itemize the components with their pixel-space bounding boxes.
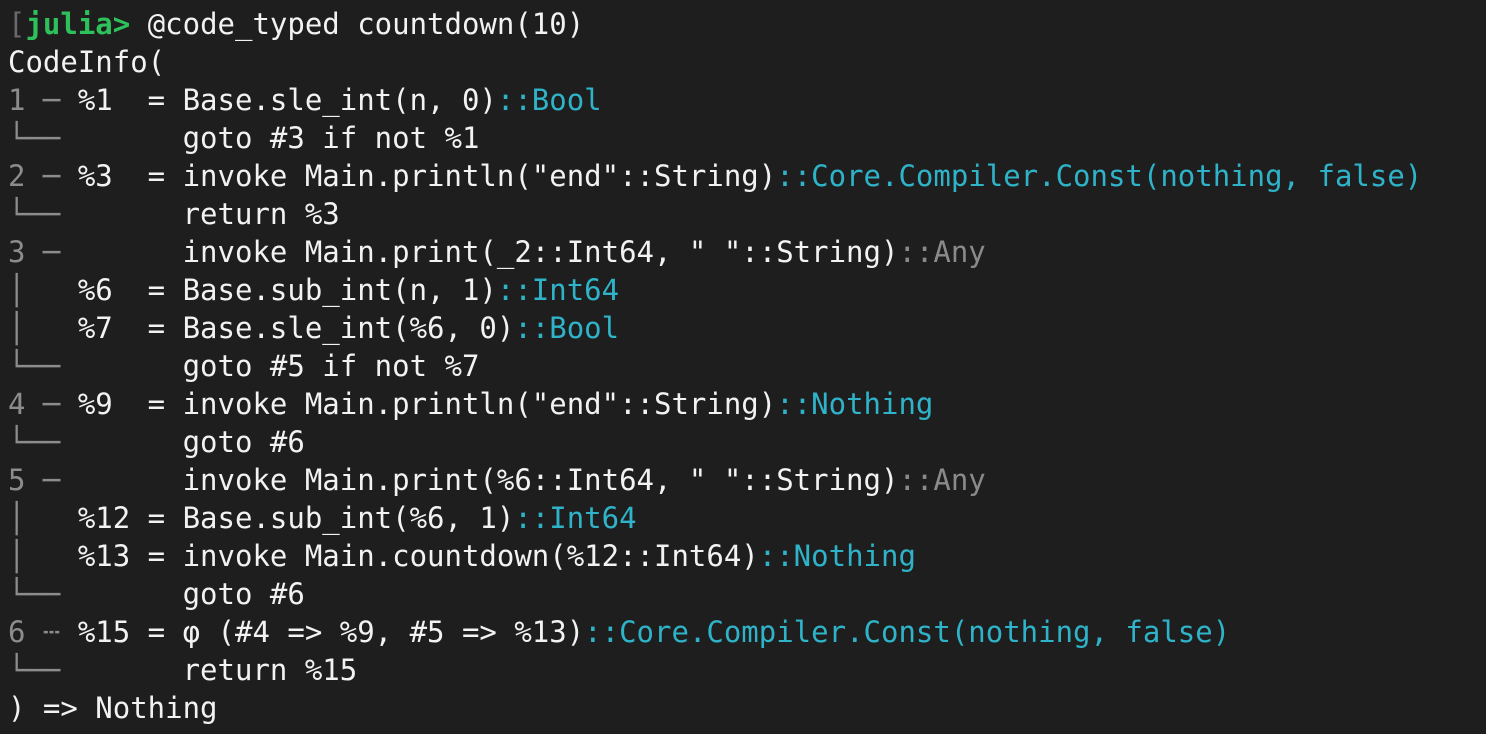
line-gutter: └── <box>8 653 78 687</box>
line-type: ::Core.Compiler.Const(nothing, false) <box>776 159 1423 193</box>
line-gutter: 1 ─ <box>8 83 78 117</box>
line-type: ::Any <box>898 235 986 269</box>
line-code: return %15 <box>77 653 358 687</box>
line-gutter: └── <box>8 577 78 611</box>
line-code: %9 = invoke Main.println("end"::String) <box>77 387 777 421</box>
line-gutter: 4 ─ <box>8 387 78 421</box>
output-line: │ %6 = Base.sub_int(n, 1)::Int64 <box>8 271 1486 309</box>
output-line: └── goto #3 if not %1 <box>8 119 1486 157</box>
line-gutter: 6 ┄ <box>8 615 78 649</box>
line-code: goto #3 if not %1 <box>77 121 480 155</box>
output-line: 3 ─ invoke Main.print(_2::Int64, " "::St… <box>8 233 1486 271</box>
output-line: └── return %3 <box>8 195 1486 233</box>
line-gutter: └── <box>8 121 78 155</box>
output-line: ) => Nothing <box>8 689 1486 727</box>
line-type: ::Nothing <box>758 539 916 573</box>
output-line: └── goto #6 <box>8 575 1486 613</box>
prompt-bracket: [ <box>8 7 26 41</box>
line-gutter: 2 ─ <box>8 159 78 193</box>
line-code: goto #6 <box>77 425 305 459</box>
line-gutter: │ <box>8 311 78 345</box>
line-gutter: │ <box>8 539 78 573</box>
line-gutter: │ <box>8 273 78 307</box>
line-type: ::Bool <box>514 311 620 345</box>
output-line: │ %12 = Base.sub_int(%6, 1)::Int64 <box>8 499 1486 537</box>
code-typed-output: CodeInfo( 1 ─ %1 = Base.sle_int(n, 0)::B… <box>8 43 1486 727</box>
line-type: ::Nothing <box>776 387 934 421</box>
line-code: invoke Main.print(%6::Int64, " "::String… <box>77 463 899 497</box>
line-type: ::Bool <box>496 83 602 117</box>
line-code: %12 = Base.sub_int(%6, 1) <box>77 501 515 535</box>
line-type: ::Core.Compiler.Const(nothing, false) <box>584 615 1231 649</box>
command-text: @code_typed countdown(10) <box>130 7 585 41</box>
output-line: 6 ┄ %15 = φ (#4 => %9, #5 => %13)::Core.… <box>8 613 1486 651</box>
line-type: ::Int64 <box>496 273 620 307</box>
line-gutter: └── <box>8 425 78 459</box>
output-line: CodeInfo( <box>8 43 1486 81</box>
output-line: └── goto #5 if not %7 <box>8 347 1486 385</box>
line-gutter: └── <box>8 197 78 231</box>
output-line: 1 ─ %1 = Base.sle_int(n, 0)::Bool <box>8 81 1486 119</box>
line-gutter: │ <box>8 501 78 535</box>
line-type: ::Int64 <box>514 501 637 535</box>
line-code: goto #6 <box>77 577 305 611</box>
line-gutter: 5 ─ <box>8 463 78 497</box>
line-code: %13 = invoke Main.countdown(%12::Int64) <box>77 539 759 573</box>
output-line: │ %13 = invoke Main.countdown(%12::Int64… <box>8 537 1486 575</box>
line-code: ) => Nothing <box>8 691 218 725</box>
line-code: %3 = invoke Main.println("end"::String) <box>77 159 777 193</box>
output-line: └── return %15 <box>8 651 1486 689</box>
output-line: 4 ─ %9 = invoke Main.println("end"::Stri… <box>8 385 1486 423</box>
output-line: 2 ─ %3 = invoke Main.println("end"::Stri… <box>8 157 1486 195</box>
julia-prompt: julia> <box>25 7 131 41</box>
line-code: %6 = Base.sub_int(n, 1) <box>77 273 497 307</box>
line-code: %15 = φ (#4 => %9, #5 => %13) <box>77 615 585 649</box>
output-line: 5 ─ invoke Main.print(%6::Int64, " "::St… <box>8 461 1486 499</box>
line-code: invoke Main.print(_2::Int64, " "::String… <box>77 235 899 269</box>
line-code: return %3 <box>77 197 340 231</box>
terminal-window[interactable]: [julia> @code_typed countdown(10) CodeIn… <box>0 0 1486 734</box>
line-gutter: 3 ─ <box>8 235 78 269</box>
line-code: %1 = Base.sle_int(n, 0) <box>77 83 497 117</box>
line-code: goto #5 if not %7 <box>77 349 480 383</box>
prompt-line: [julia> @code_typed countdown(10) <box>8 5 1486 43</box>
line-code: CodeInfo( <box>8 45 166 79</box>
output-line: │ %7 = Base.sle_int(%6, 0)::Bool <box>8 309 1486 347</box>
line-code: %7 = Base.sle_int(%6, 0) <box>77 311 515 345</box>
output-line: └── goto #6 <box>8 423 1486 461</box>
line-gutter: └── <box>8 349 78 383</box>
line-type: ::Any <box>898 463 986 497</box>
